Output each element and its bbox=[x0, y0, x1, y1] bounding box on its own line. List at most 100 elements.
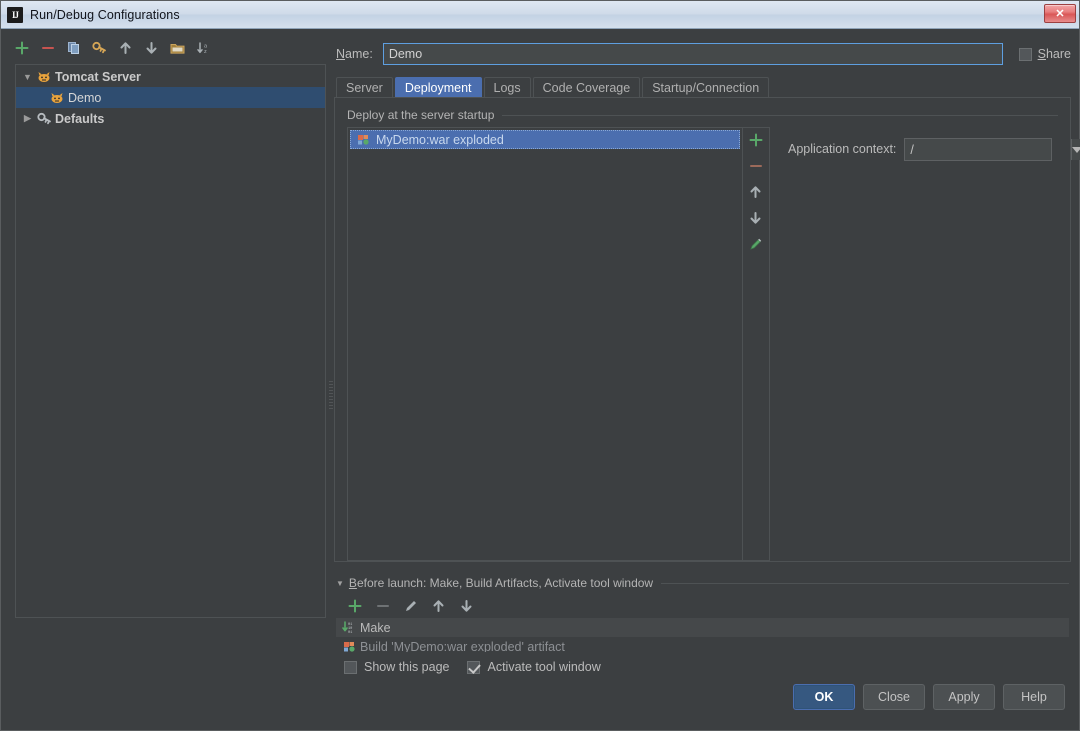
tree-node-defaults[interactable]: ▶ Defaults bbox=[16, 108, 325, 129]
before-launch-tasks[interactable]: 01 10 01 Make Build 'MyDemo:war exploded… bbox=[336, 618, 1069, 652]
list-item[interactable]: Build 'MyDemo:war exploded' artifact bbox=[336, 637, 1069, 652]
wrench-key-icon bbox=[35, 112, 53, 126]
artifact-icon bbox=[354, 133, 372, 146]
share-label: Share bbox=[1038, 47, 1071, 61]
before-launch-divider bbox=[661, 582, 1069, 584]
save-configuration-button[interactable] bbox=[91, 40, 108, 57]
title-bar: IJ Run/Debug Configurations ✕ bbox=[1, 1, 1079, 29]
apply-button[interactable]: Apply bbox=[933, 684, 995, 710]
tab-startup-connection[interactable]: Startup/Connection bbox=[642, 77, 770, 98]
run-debug-configurations-dialog: IJ Run/Debug Configurations ✕ a z ▼ Tomc… bbox=[0, 0, 1080, 731]
panel-splitter[interactable] bbox=[328, 29, 334, 674]
before-launch-toolbar bbox=[336, 594, 1069, 617]
dialog-footer: OK Close Apply Help bbox=[1, 674, 1079, 730]
expand-collapse-icon[interactable]: ▼ bbox=[20, 72, 35, 82]
list-item[interactable]: 01 10 01 Make bbox=[336, 618, 1069, 637]
before-launch-title: Before launch: Make, Build Artifacts, Ac… bbox=[349, 576, 653, 590]
name-input[interactable] bbox=[382, 43, 1003, 65]
add-configuration-button[interactable] bbox=[13, 40, 30, 57]
share-checkbox-group[interactable]: Share bbox=[1018, 47, 1071, 61]
edit-task-button[interactable] bbox=[402, 597, 419, 614]
name-label-rest: ame: bbox=[345, 47, 373, 61]
configurations-toolbar: a z bbox=[1, 35, 328, 61]
move-down-button[interactable] bbox=[143, 40, 160, 57]
tab-logs[interactable]: Logs bbox=[483, 77, 531, 98]
tab-code-coverage[interactable]: Code Coverage bbox=[532, 77, 641, 98]
tomcat-icon bbox=[35, 70, 53, 84]
before-launch-options: Show this page Activate tool window bbox=[336, 652, 1069, 674]
checkbox-box[interactable] bbox=[344, 660, 357, 674]
add-artifact-button[interactable] bbox=[747, 131, 765, 149]
show-this-page-label: Show this page bbox=[364, 660, 450, 674]
tree-node-demo[interactable]: Demo bbox=[16, 87, 325, 108]
artifacts-toolbar bbox=[742, 127, 770, 561]
collapse-triangle-icon[interactable]: ▼ bbox=[336, 579, 344, 588]
svg-text:z: z bbox=[204, 49, 207, 55]
share-checkbox[interactable] bbox=[1018, 47, 1032, 61]
move-up-button[interactable] bbox=[117, 40, 134, 57]
task-label: Make bbox=[360, 620, 391, 635]
dialog-body: a z ▼ Tomcat Server Demo ▶ Defaults Name… bbox=[1, 29, 1080, 674]
before-launch-mnemonic: B bbox=[348, 576, 357, 590]
deploy-group-title: Deploy at the server startup bbox=[347, 108, 1058, 122]
group-title-divider bbox=[502, 114, 1058, 116]
configuration-editor-panel: Name: Share Server Deployment Logs Code … bbox=[328, 29, 1080, 674]
before-launch-header[interactable]: ▼ Before launch: Make, Build Artifacts, … bbox=[336, 576, 1069, 590]
sort-configurations-button[interactable]: a z bbox=[195, 40, 212, 57]
activate-tool-window-label: Activate tool window bbox=[487, 660, 601, 674]
artifact-move-up-button[interactable] bbox=[747, 183, 765, 201]
application-context-combo[interactable] bbox=[904, 138, 1080, 161]
table-row[interactable]: MyDemo:war exploded bbox=[350, 130, 740, 149]
tab-deployment[interactable]: Deployment bbox=[394, 77, 482, 98]
tab-server[interactable]: Server bbox=[336, 77, 393, 98]
name-row: Name: Share bbox=[334, 42, 1071, 66]
make-icon: 01 10 01 bbox=[340, 621, 358, 634]
configurations-panel: a z ▼ Tomcat Server Demo ▶ Defaults bbox=[1, 29, 328, 674]
share-label-rest: hare bbox=[1045, 47, 1071, 61]
tree-node-tomcat-server[interactable]: ▼ Tomcat Server bbox=[16, 66, 325, 87]
deploy-area: MyDemo:war exploded Application context:… bbox=[347, 127, 1080, 561]
expand-collapse-icon[interactable]: ▶ bbox=[20, 113, 35, 124]
application-context-label: Application context: bbox=[788, 142, 897, 156]
ok-button[interactable]: OK bbox=[793, 684, 855, 710]
configurations-tree[interactable]: ▼ Tomcat Server Demo ▶ Defaults bbox=[15, 64, 326, 618]
create-folder-button[interactable] bbox=[169, 40, 186, 57]
before-launch-title-rest: efore launch: Make, Build Artifacts, Act… bbox=[356, 576, 654, 590]
svg-text:01: 01 bbox=[348, 631, 352, 634]
name-label-mnemonic: N bbox=[336, 47, 346, 61]
application-context-input[interactable] bbox=[905, 139, 1072, 160]
artifact-move-down-button[interactable] bbox=[747, 209, 765, 227]
chevron-down-icon[interactable] bbox=[1071, 139, 1080, 160]
configuration-tabs[interactable]: Server Deployment Logs Code Coverage Sta… bbox=[336, 77, 1071, 98]
before-launch-section: ▼ Before launch: Make, Build Artifacts, … bbox=[336, 576, 1069, 674]
deploy-group-title-text: Deploy at the server startup bbox=[347, 108, 495, 122]
dialog-title: Run/Debug Configurations bbox=[30, 7, 180, 22]
task-move-down-button[interactable] bbox=[458, 597, 475, 614]
close-icon[interactable]: ✕ bbox=[1044, 4, 1076, 23]
name-label: Name: bbox=[336, 47, 373, 61]
artifacts-list[interactable]: MyDemo:war exploded bbox=[347, 127, 743, 561]
deployment-tab-panel: Deploy at the server startup MyDemo:war … bbox=[334, 97, 1080, 562]
splitter-handle-icon[interactable] bbox=[329, 380, 333, 410]
tomcat-icon bbox=[48, 91, 66, 105]
intellij-logo-icon: IJ bbox=[7, 6, 23, 23]
help-button[interactable]: Help bbox=[1003, 684, 1065, 710]
edit-artifact-button[interactable] bbox=[747, 235, 765, 253]
application-context-area: Application context: bbox=[770, 127, 1080, 561]
remove-artifact-button[interactable] bbox=[747, 157, 765, 175]
copy-configuration-button[interactable] bbox=[65, 40, 82, 57]
tree-node-label: Demo bbox=[68, 90, 102, 105]
add-task-button[interactable] bbox=[346, 597, 363, 614]
close-button[interactable]: Close bbox=[863, 684, 925, 710]
remove-task-button[interactable] bbox=[374, 597, 391, 614]
share-label-mnemonic: S bbox=[1037, 47, 1046, 61]
remove-configuration-button[interactable] bbox=[39, 40, 56, 57]
activate-tool-window-checkbox[interactable]: Activate tool window bbox=[467, 660, 601, 674]
artifact-icon bbox=[340, 640, 358, 652]
task-label: Build 'MyDemo:war exploded' artifact bbox=[360, 639, 565, 653]
task-move-up-button[interactable] bbox=[430, 597, 447, 614]
artifact-label: MyDemo:war exploded bbox=[376, 132, 504, 147]
tree-node-label: Tomcat Server bbox=[55, 69, 141, 84]
show-this-page-checkbox[interactable]: Show this page bbox=[344, 660, 449, 674]
checkbox-box[interactable] bbox=[467, 660, 481, 674]
